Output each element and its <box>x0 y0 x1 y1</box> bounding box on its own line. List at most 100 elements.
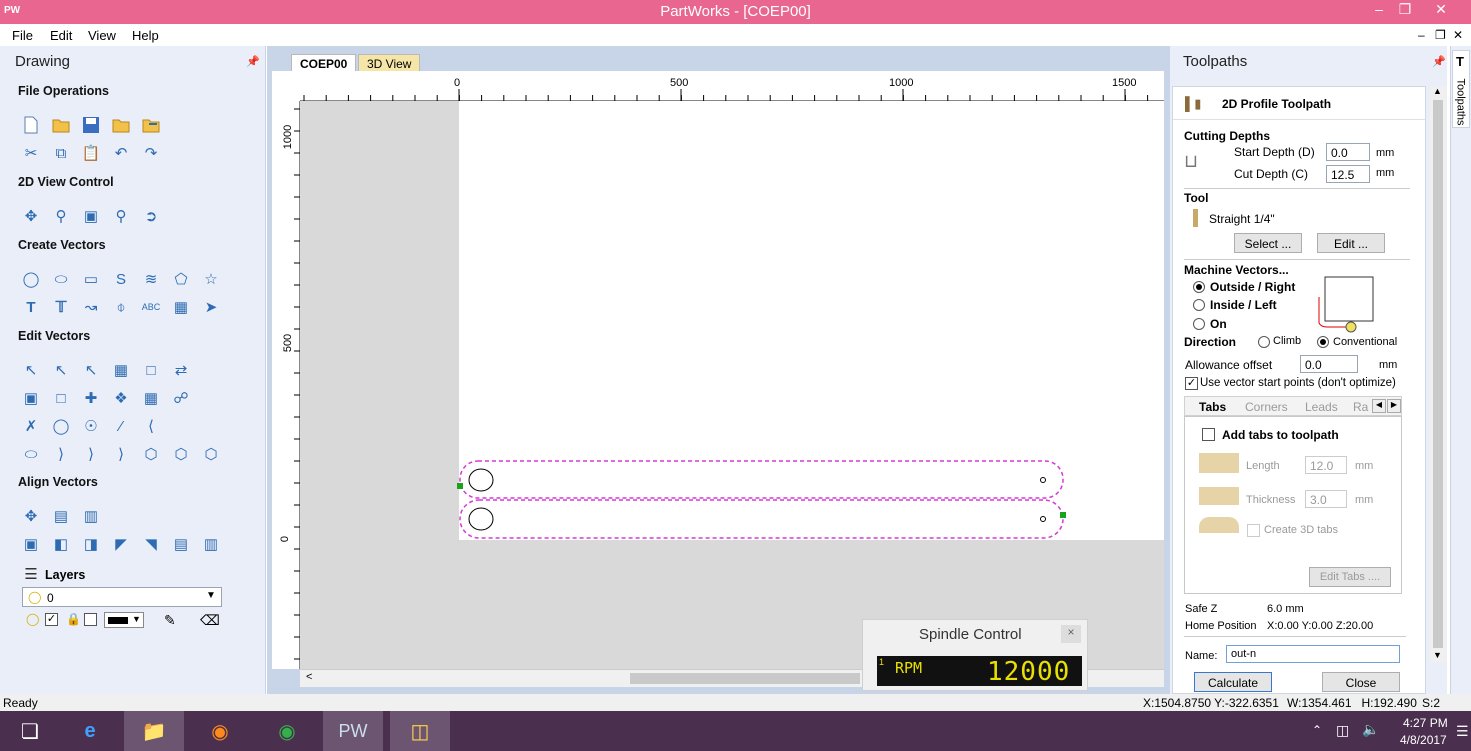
vector-start-points-checkbox[interactable]: ✓ <box>1185 377 1198 390</box>
on-radio[interactable] <box>1193 318 1205 330</box>
intersect-icon[interactable]: ☉ <box>80 415 102 437</box>
align-bottom-icon[interactable]: ◥ <box>140 533 162 555</box>
layer-properties-icon[interactable]: ✎ <box>164 612 176 629</box>
copy-icon[interactable]: ⧉ <box>50 142 72 164</box>
weld-icon[interactable]: ☍ <box>170 387 192 409</box>
redo-icon[interactable]: ↷ <box>140 142 162 164</box>
minimize-icon[interactable]: – <box>1365 1 1393 17</box>
climb-radio[interactable] <box>1258 336 1270 348</box>
align-v-icon[interactable]: ▥ <box>200 533 222 555</box>
align-v-center-icon[interactable]: ▥ <box>80 505 102 527</box>
ellipse-icon[interactable]: ⬭ <box>50 268 72 290</box>
subtab-ramps[interactable]: Ra <box>1353 400 1368 414</box>
scroll-thumb[interactable] <box>630 673 860 684</box>
chamfer-icon[interactable]: ⟩ <box>80 443 102 465</box>
menu-file[interactable]: File <box>12 28 33 43</box>
join-icon[interactable]: ▦ <box>140 387 162 409</box>
firefox-icon[interactable]: ◉ <box>190 711 250 751</box>
interactive-transform-icon[interactable]: ↖ <box>80 359 102 381</box>
subtab-tabs[interactable]: Tabs <box>1199 400 1226 414</box>
edit-tabs-button[interactable]: Edit Tabs .... <box>1309 567 1391 587</box>
subtab-next-icon[interactable]: ▶ <box>1387 399 1401 413</box>
layer-eraser-icon[interactable]: ⌫ <box>200 612 220 629</box>
subtab-corners[interactable]: Corners <box>1245 400 1288 414</box>
text-icon[interactable]: T <box>20 296 42 318</box>
toolpaths-side-tab[interactable]: T Toolpaths <box>1450 46 1471 694</box>
menu-help[interactable]: Help <box>132 28 159 43</box>
cut-icon[interactable]: ✂ <box>20 142 42 164</box>
text-frame-icon[interactable]: 𝕋 <box>50 296 72 318</box>
edit-tool-button[interactable]: Edit ... <box>1317 233 1385 253</box>
start-depth-input[interactable]: 0.0 <box>1326 143 1370 161</box>
view-exit-icon[interactable]: ➲ <box>140 205 162 227</box>
toolpath-outline-top[interactable] <box>459 460 1064 499</box>
zoom-selected-icon[interactable]: ⚲ <box>110 205 132 227</box>
outside-right-radio[interactable] <box>1193 281 1205 293</box>
layer-visible-icon[interactable]: ◯ <box>26 612 39 626</box>
select-tool-button[interactable]: Select ... <box>1234 233 1302 253</box>
layer-color-picker[interactable]: ▼ <box>104 612 144 628</box>
align-center-icon[interactable]: ✥ <box>20 505 42 527</box>
toolpath-name-input[interactable]: out-n <box>1226 645 1400 663</box>
scroll-down-icon[interactable]: ▼ <box>1433 650 1442 660</box>
ungroup-icon[interactable]: ❖ <box>110 387 132 409</box>
circle-icon[interactable]: ◯ <box>20 268 42 290</box>
tray-chevron-icon[interactable]: ⌃ <box>1312 723 1322 737</box>
tab-coep00[interactable]: COEP00 <box>291 54 357 72</box>
save-icon[interactable] <box>80 114 102 136</box>
smooth-icon[interactable]: ⬡ <box>200 443 222 465</box>
toolpath-vectors[interactable] <box>455 456 1070 546</box>
scroll-thumb[interactable] <box>1433 100 1443 648</box>
scale-icon[interactable]: ▣ <box>20 387 42 409</box>
network-icon[interactable]: ◫ <box>1336 722 1349 739</box>
mdi-close-icon[interactable]: ✕ <box>1453 28 1463 42</box>
pin-icon[interactable]: 📌 <box>1432 55 1446 68</box>
notification-icon[interactable]: ☰ <box>1456 723 1469 740</box>
rectangle-icon[interactable]: ▭ <box>80 268 102 290</box>
restore-icon[interactable]: ❐ <box>1391 1 1419 18</box>
align-right-icon[interactable]: ◨ <box>80 533 102 555</box>
close-icon[interactable]: ✕ <box>1427 1 1455 18</box>
pan-icon[interactable]: ✥ <box>20 205 42 227</box>
paste-icon[interactable]: 📋 <box>80 142 102 164</box>
selection-handle[interactable] <box>457 483 463 489</box>
group-icon[interactable]: ✚ <box>80 387 102 409</box>
curve-icon[interactable]: S <box>110 268 132 290</box>
curve-fit-icon[interactable]: ⁄ <box>110 415 132 437</box>
tab-thickness-input[interactable]: 3.0 <box>1305 490 1347 508</box>
menu-view[interactable]: View <box>88 28 116 43</box>
open-folder-icon[interactable] <box>50 114 72 136</box>
vector-circle[interactable] <box>468 468 494 492</box>
windows-start-icon[interactable]: ❏ <box>0 711 60 751</box>
toolpath-outline-bottom[interactable] <box>459 499 1064 539</box>
align-h-icon[interactable]: ▤ <box>170 533 192 555</box>
partworks-taskbar-button[interactable]: PW <box>323 711 383 751</box>
dogbone-icon[interactable]: ⟩ <box>110 443 132 465</box>
pin-icon[interactable]: 📌 <box>246 55 260 68</box>
vector-point[interactable] <box>1040 516 1046 522</box>
layer-lock-icon[interactable]: 🔒 <box>66 612 81 626</box>
volume-icon[interactable]: 🔈 <box>1362 721 1379 738</box>
subtab-leads[interactable]: Leads <box>1305 400 1338 414</box>
grid-array-icon[interactable]: ▦ <box>170 296 192 318</box>
undo-icon[interactable]: ↶ <box>110 142 132 164</box>
align-top-icon[interactable]: ◤ <box>110 533 132 555</box>
fillet-icon[interactable]: ⟩ <box>50 443 72 465</box>
mirror-icon[interactable]: ⇄ <box>170 359 192 381</box>
vector-circle[interactable] <box>468 507 494 531</box>
calculate-button[interactable]: Calculate <box>1194 672 1272 692</box>
layer-select[interactable]: ◯ 0 ▼ <box>22 587 222 607</box>
app-taskbar-icon[interactable]: ◫ <box>390 711 450 751</box>
trim-icon[interactable]: ✗ <box>20 415 42 437</box>
spindle-close-button[interactable]: × <box>1061 625 1081 643</box>
layer-lock-checkbox[interactable] <box>84 613 97 626</box>
zoom-extents-icon[interactable]: ▣ <box>80 205 102 227</box>
zoom-icon[interactable]: ⚲ <box>50 205 72 227</box>
add-tabs-checkbox[interactable] <box>1202 428 1215 441</box>
subtract-icon[interactable]: ◯ <box>50 415 72 437</box>
toolpath-form-scrollbar[interactable]: ▲ ▼ <box>1430 86 1446 662</box>
cut-depth-input[interactable]: 12.5 <box>1326 165 1370 183</box>
vector-point[interactable] <box>1040 477 1046 483</box>
mdi-minimize-icon[interactable]: – <box>1418 28 1425 42</box>
distort-icon[interactable]: □ <box>50 387 72 409</box>
